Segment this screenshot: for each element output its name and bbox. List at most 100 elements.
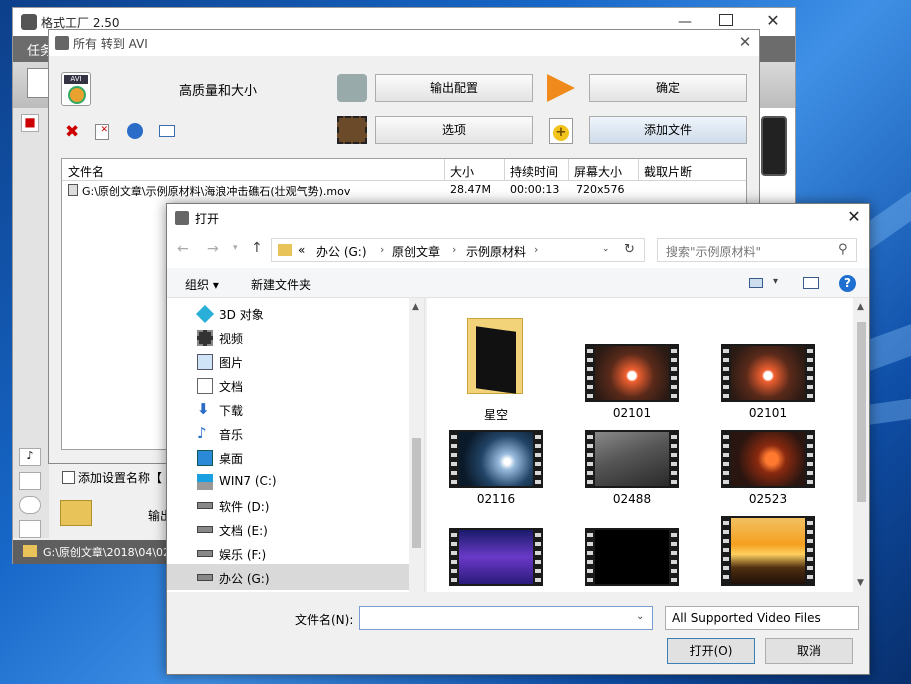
filename-input[interactable]: ⌄ — [359, 606, 653, 630]
view-mode-icon[interactable] — [749, 278, 763, 288]
remove-icon[interactable]: ■ — [21, 114, 39, 132]
nav-scrollbar[interactable]: ▲ — [409, 298, 424, 592]
video-thumbnail — [585, 430, 679, 488]
address-dropdown-icon[interactable]: ⌄ — [602, 244, 610, 254]
nav-item-drive-g[interactable]: 办公 (G:) — [197, 566, 409, 590]
tools-icon[interactable] — [19, 520, 41, 538]
nav-item-music[interactable]: ♪ 音乐 — [197, 422, 409, 446]
nav-item-documents[interactable]: 文档 — [197, 374, 409, 398]
folder-item[interactable]: 星空 — [449, 312, 543, 422]
output-config-icon — [337, 74, 367, 102]
video-thumbnail — [449, 430, 543, 488]
delete-icon[interactable]: ✖ — [65, 122, 79, 142]
nav-item-3d-objects[interactable]: 3D 对象 — [195, 302, 409, 326]
column-header-size[interactable]: 大小 — [450, 163, 474, 180]
nav-item-drive-d[interactable]: 软件 (D:) — [197, 494, 409, 518]
nav-item-drive-e[interactable]: 文档 (E:) — [197, 518, 409, 542]
search-box[interactable]: 搜索"示例原材料" ⚲ — [657, 238, 857, 262]
search-input[interactable]: 搜索"示例原材料" — [666, 243, 761, 260]
breadcrumb-drive[interactable]: 办公 (G:) — [316, 243, 367, 260]
audio-icon[interactable]: ♪ — [19, 448, 41, 466]
table-row[interactable]: G:\原创文章\示例原材料\海浪冲击礁石(壮观气势).mov 28.47M 00… — [62, 181, 746, 199]
recent-dropdown-icon[interactable]: ▾ — [233, 243, 238, 253]
clear-icon[interactable]: ✕ — [95, 124, 109, 140]
column-header-clip[interactable]: 截取片断 — [644, 163, 692, 180]
cell-filename: G:\原创文章\示例原材料\海浪冲击礁石(壮观气势).mov — [82, 185, 351, 198]
status-path: G:\原创文章\2018\04\02 — [43, 546, 171, 559]
video-thumbnail — [449, 528, 543, 586]
output-config-button[interactable]: 输出配置 — [375, 74, 533, 102]
search-icon[interactable]: ⚲ — [838, 242, 848, 257]
play-icon[interactable] — [127, 123, 143, 139]
file-type-select[interactable]: All Supported Video Files — [665, 606, 859, 630]
output-folder-icon[interactable] — [60, 500, 92, 526]
maximize-button[interactable] — [719, 14, 733, 26]
video-item[interactable]: 02488 — [585, 430, 679, 520]
app-logo-icon — [55, 36, 69, 50]
cell-duration: 00:00:13 — [510, 183, 560, 196]
minimize-button[interactable]: — — [675, 14, 695, 30]
breadcrumb-overflow[interactable]: « — [298, 243, 305, 257]
command-bar: 组织 ▾ 新建文件夹 ▾ ? — [167, 268, 869, 298]
nav-item-desktop[interactable]: 桌面 — [197, 446, 409, 470]
column-header-resolution[interactable]: 屏幕大小 — [574, 163, 622, 180]
forward-icon[interactable]: → — [207, 241, 219, 257]
drive-icon — [197, 526, 213, 533]
refresh-icon[interactable]: ↻ — [624, 242, 635, 257]
organize-menu[interactable]: 组织 ▾ — [185, 276, 219, 293]
preview-pane-icon[interactable] — [803, 277, 819, 289]
nav-item-drive-f[interactable]: 娱乐 (F:) — [197, 542, 409, 566]
breadcrumb-folder[interactable]: 原创文章 — [392, 243, 440, 260]
add-setting-label: 添加设置名称【 — [78, 471, 163, 485]
scroll-thumb[interactable] — [857, 322, 866, 502]
new-folder-button[interactable]: 新建文件夹 — [251, 276, 311, 293]
cell-resolution: 720x576 — [576, 183, 625, 196]
open-button[interactable]: 打开(O) — [667, 638, 755, 664]
video-item[interactable]: 02101 — [585, 344, 679, 434]
options-button[interactable]: 选项 — [375, 116, 533, 144]
cancel-button[interactable]: 取消 — [765, 638, 853, 664]
video-file-icon — [68, 184, 78, 196]
scroll-up-icon[interactable]: ▲ — [857, 302, 864, 312]
nav-item-downloads[interactable]: ⬇ 下载 — [197, 398, 409, 422]
scroll-down-icon[interactable]: ▼ — [857, 578, 864, 588]
video-item[interactable]: 02116 — [449, 430, 543, 520]
close-button[interactable]: ✕ — [843, 207, 865, 229]
scroll-thumb[interactable] — [412, 438, 421, 548]
navigation-pane: 3D 对象 视频 图片 文档 ⬇ 下载 ♪ 音乐 桌面 WIN7 (C:) 软件… — [167, 298, 425, 592]
arrow-right-icon — [547, 74, 575, 102]
video-icon — [197, 330, 213, 346]
drive-icon — [197, 574, 213, 581]
add-file-button[interactable]: 添加文件 — [589, 116, 747, 144]
close-button[interactable]: ✕ — [763, 11, 783, 31]
view-dropdown-icon[interactable]: ▾ — [773, 276, 778, 287]
open-title: 打开 — [195, 212, 220, 226]
nav-item-pictures[interactable]: 图片 — [197, 350, 409, 374]
picture-icon[interactable] — [19, 472, 41, 490]
disc-icon[interactable] — [19, 496, 41, 514]
info-icon[interactable] — [159, 125, 175, 137]
up-icon[interactable]: ↑ — [251, 240, 263, 256]
cell-size: 28.47M — [450, 183, 491, 196]
breadcrumb-sep: › — [380, 243, 385, 256]
filename-dropdown-icon[interactable]: ⌄ — [636, 611, 644, 622]
nav-item-drive-c[interactable]: WIN7 (C:) — [197, 470, 409, 494]
column-header-duration[interactable]: 持续时间 — [510, 163, 558, 180]
close-button[interactable]: ✕ — [735, 33, 755, 53]
video-item[interactable]: 02101 — [721, 344, 815, 434]
add-setting-checkbox[interactable] — [62, 471, 75, 484]
breadcrumb-current[interactable]: 示例原材料 — [466, 243, 526, 260]
convert-titlebar: 所有 转到 AVI ✕ — [49, 30, 759, 56]
scroll-up-icon[interactable]: ▲ — [412, 302, 419, 312]
help-icon[interactable]: ? — [839, 275, 856, 292]
music-icon: ♪ — [197, 424, 207, 442]
video-item[interactable]: 02523 — [721, 430, 815, 520]
ok-button[interactable]: 确定 — [589, 74, 747, 102]
file-content-pane: 星空 02101 02101 02116 02488 02523 ▲ ▼ — [427, 298, 869, 592]
nav-item-videos[interactable]: 视频 — [197, 326, 409, 350]
content-scrollbar[interactable]: ▲ ▼ — [853, 298, 869, 592]
column-header-name[interactable]: 文件名 — [68, 163, 104, 180]
document-icon[interactable] — [27, 68, 49, 98]
address-bar[interactable]: « 办公 (G:) › 原创文章 › 示例原材料 › ⌄ ↻ — [271, 238, 645, 262]
back-icon[interactable]: ← — [177, 241, 189, 257]
